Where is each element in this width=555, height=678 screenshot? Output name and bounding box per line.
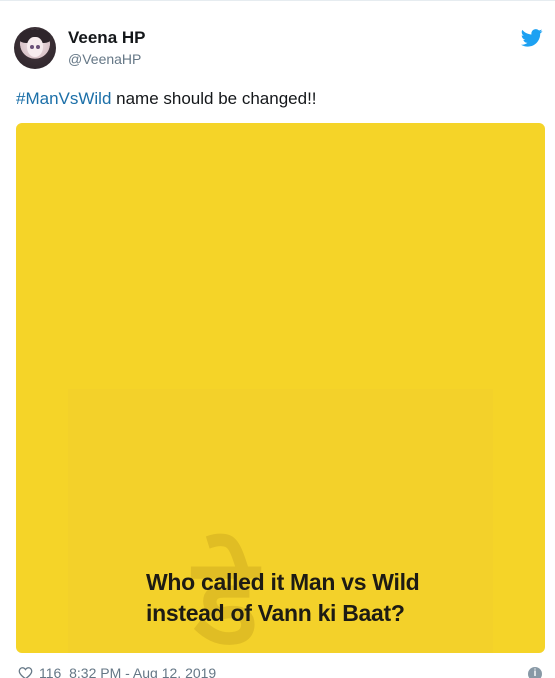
twitter-bird-icon[interactable] (521, 29, 543, 47)
tweet-timestamp[interactable]: 8:32 PM - Aug 12, 2019 (69, 665, 216, 678)
tweet-media-image[interactable]: डे Who called it Man vs Wild instead of … (16, 123, 545, 653)
caption-line-1: Who called it Man vs Wild (146, 569, 420, 595)
author-handle[interactable]: @VeenaHP (68, 51, 141, 67)
info-icon[interactable]: i (528, 667, 542, 678)
hashtag-link[interactable]: #ManVsWild (16, 89, 111, 108)
media-caption: Who called it Man vs Wild instead of Van… (146, 567, 436, 629)
tweet-text-body: name should be changed!! (111, 89, 317, 108)
avatar[interactable] (14, 27, 56, 69)
heart-icon[interactable] (18, 666, 33, 678)
tweet-text: #ManVsWild name should be changed!! (16, 89, 317, 109)
caption-line-2: instead of Vann ki Baat? (146, 600, 405, 626)
like-count[interactable]: 116 (39, 665, 61, 678)
tweet-card: Veena HP @VeenaHP #ManVsWild name should… (0, 0, 555, 678)
tweet-footer: 116 8:32 PM - Aug 12, 2019 (18, 665, 216, 678)
author-name[interactable]: Veena HP (68, 28, 146, 48)
